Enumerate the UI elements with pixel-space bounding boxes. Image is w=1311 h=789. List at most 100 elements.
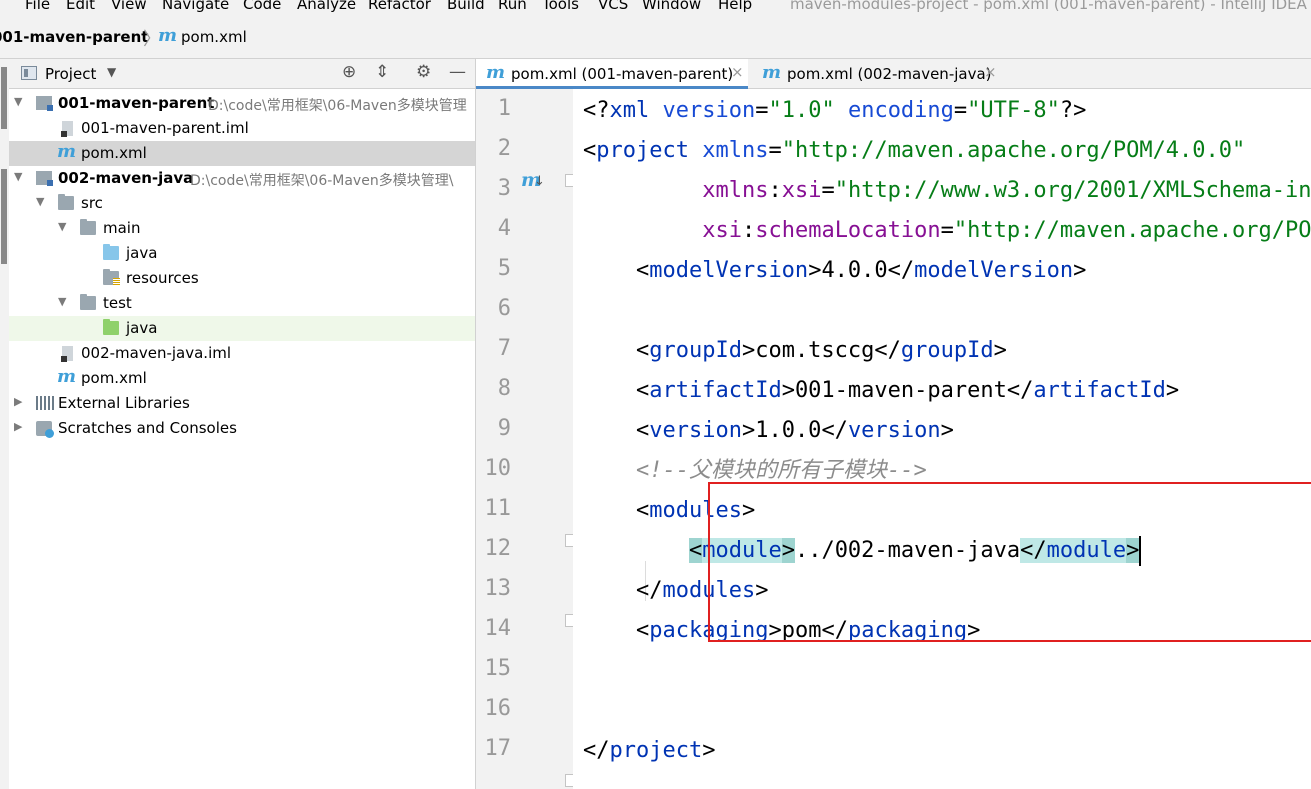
project-panel-header: Project ▼ ⊕ ⇕ ⚙ — <box>9 59 475 89</box>
tree-item-path: D:\code\常用框架\06-Maven多模块管理 <box>208 98 467 114</box>
line-number: 12 <box>484 536 512 561</box>
menu-analyze[interactable]: Analyze <box>297 0 356 13</box>
line-number: 10 <box>484 456 512 481</box>
code-line-8: <artifactId>001-maven-parent</artifactId… <box>583 378 1180 403</box>
window-title: maven-modules-project - pom.xml (001-mav… <box>790 0 1307 13</box>
project-tool-tab[interactable] <box>1 67 7 129</box>
tree-item-002-maven-java-iml[interactable]: 002-maven-java.iml <box>9 341 475 366</box>
expand-arrow-icon[interactable]: ▼ <box>58 220 66 233</box>
line-number: 17 <box>484 736 512 761</box>
code-line-3: xmlns:xsi="http://www.w3.org/2001/XMLSch… <box>702 178 1311 203</box>
iml-file-icon <box>61 346 73 362</box>
collapse-all-icon[interactable]: ⇕ <box>375 62 389 82</box>
folder-icon <box>80 219 96 235</box>
menu-refactor[interactable]: Refactor <box>368 0 431 13</box>
expand-arrow-icon[interactable]: ▶ <box>14 420 22 433</box>
tree-item-label: resources <box>126 269 199 287</box>
tree-item-label: main <box>103 219 141 237</box>
expand-arrow-icon[interactable]: ▼ <box>14 95 22 108</box>
menu-bar: File Edit View Navigate Code Analyze Ref… <box>0 0 1311 16</box>
tree-item-label: 002-maven-java.iml <box>81 344 232 362</box>
tree-item-002-maven-java[interactable]: ▼ 002-maven-java D:\code\常用框架\06-Maven多模… <box>9 166 475 191</box>
tree-item-label: 002-maven-java <box>58 169 194 187</box>
maven-file-icon: m <box>57 366 77 387</box>
editor-tab-bar: m pom.xml (001-maven-parent) × m pom.xml… <box>476 59 1311 89</box>
tree-item-src[interactable]: ▼ src <box>9 191 475 216</box>
code-line-1: <?xml version="1.0" encoding="UTF-8"?> <box>583 98 1087 123</box>
tree-item-001-maven-parent-iml[interactable]: 001-maven-parent.iml <box>9 116 475 141</box>
maven-file-icon: m <box>762 62 782 83</box>
maven-file-icon: m <box>57 141 77 162</box>
tree-item-label: 001-maven-parent.iml <box>81 119 249 137</box>
expand-arrow-icon[interactable]: ▼ <box>36 195 44 208</box>
tree-item-001-maven-parent[interactable]: ▼ 001-maven-parent D:\code\常用框架\06-Maven… <box>9 91 475 116</box>
code-line-9: <version>1.0.0</version> <box>583 418 954 443</box>
line-number: 8 <box>497 376 511 401</box>
tree-item-resources[interactable]: resources <box>9 266 475 291</box>
tree-item-label: test <box>103 294 132 312</box>
expand-arrow-icon[interactable]: ▼ <box>58 295 66 308</box>
tab-label: pom.xml (001-maven-parent) <box>511 65 734 83</box>
tab-pom-parent[interactable]: m pom.xml (001-maven-parent) × <box>476 59 748 89</box>
code-line-7: <groupId>com.tsccg</groupId> <box>583 338 1007 363</box>
scratches-icon <box>36 421 54 438</box>
tree-item-path: D:\code\常用框架\06-Maven多模块管理\ <box>190 173 454 189</box>
iml-file-icon <box>61 121 73 137</box>
source-folder-icon <box>103 244 119 260</box>
chevron-down-icon[interactable]: ▼ <box>107 65 116 79</box>
tree-item-label: java <box>126 244 158 262</box>
tab-label: pom.xml (002-maven-java) <box>787 65 992 83</box>
arrow-down-icon[interactable]: ↓ <box>534 174 545 189</box>
structure-tool-tab[interactable] <box>1 169 7 264</box>
close-icon[interactable]: × <box>984 63 997 81</box>
gear-icon[interactable]: ⚙ <box>416 62 431 82</box>
breadcrumb-file[interactable]: pom.xml <box>181 28 247 46</box>
code-line-2: <project xmlns="http://maven.apache.org/… <box>583 138 1246 163</box>
project-panel-title[interactable]: Project <box>45 65 96 83</box>
tree-item-main[interactable]: ▼ main <box>9 216 475 241</box>
menu-tools[interactable]: Tools <box>542 0 579 13</box>
test-folder-icon <box>103 319 119 335</box>
menu-window[interactable]: Window <box>642 0 701 13</box>
tree-item-main-java[interactable]: java <box>9 241 475 266</box>
maven-file-icon: m <box>158 25 178 46</box>
expand-arrow-icon[interactable]: ▶ <box>14 395 22 408</box>
close-icon[interactable]: × <box>731 63 744 81</box>
menu-run[interactable]: Run <box>498 0 527 13</box>
tree-item-test[interactable]: ▼ test <box>9 291 475 316</box>
menu-build[interactable]: Build <box>447 0 485 13</box>
menu-code[interactable]: Code <box>243 0 281 13</box>
tree-item-pom-xml-parent[interactable]: m pom.xml <box>9 141 475 166</box>
menu-help[interactable]: Help <box>718 0 752 13</box>
menu-file[interactable]: File <box>25 0 50 13</box>
editor: m pom.xml (001-maven-parent) × m pom.xml… <box>476 59 1311 789</box>
code-line-4: xsi:schemaLocation="http://maven.apache.… <box>702 218 1311 243</box>
locate-icon[interactable]: ⊕ <box>342 62 356 82</box>
module-folder-icon <box>36 96 53 111</box>
line-number: 1 <box>497 96 511 121</box>
line-number: 7 <box>497 336 511 361</box>
code-area[interactable]: <?xml version="1.0" encoding="UTF-8"?> <… <box>573 89 1311 789</box>
expand-arrow-icon[interactable]: ▼ <box>14 170 22 183</box>
editor-gutter: 1 2 3 4 5 6 7 8 9 10 11 12 13 14 15 16 1… <box>476 89 606 789</box>
project-view-icon <box>21 66 37 80</box>
tree-item-label: java <box>126 319 158 337</box>
menu-edit[interactable]: Edit <box>66 0 95 13</box>
folder-icon <box>58 194 74 210</box>
tree-item-pom-xml-java[interactable]: m pom.xml <box>9 366 475 391</box>
tree-item-test-java[interactable]: java <box>9 316 475 341</box>
module-folder-icon <box>36 171 53 186</box>
line-number: 5 <box>497 256 511 281</box>
tree-item-scratches[interactable]: ▶ Scratches and Consoles <box>9 416 475 441</box>
tree-item-label: src <box>81 194 103 212</box>
folder-icon <box>80 294 96 310</box>
tab-pom-java[interactable]: m pom.xml (002-maven-java) × <box>752 59 1007 88</box>
tree-item-external-libraries[interactable]: ▶ External Libraries <box>9 391 475 416</box>
tree-item-label: pom.xml <box>81 369 147 387</box>
minimize-icon[interactable]: — <box>449 62 466 82</box>
menu-vcs[interactable]: VCS <box>598 0 628 13</box>
line-number: 15 <box>484 656 512 681</box>
menu-view[interactable]: View <box>111 0 147 13</box>
menu-navigate[interactable]: Navigate <box>162 0 229 13</box>
breadcrumb-project[interactable]: 001-maven-parent <box>0 28 148 46</box>
